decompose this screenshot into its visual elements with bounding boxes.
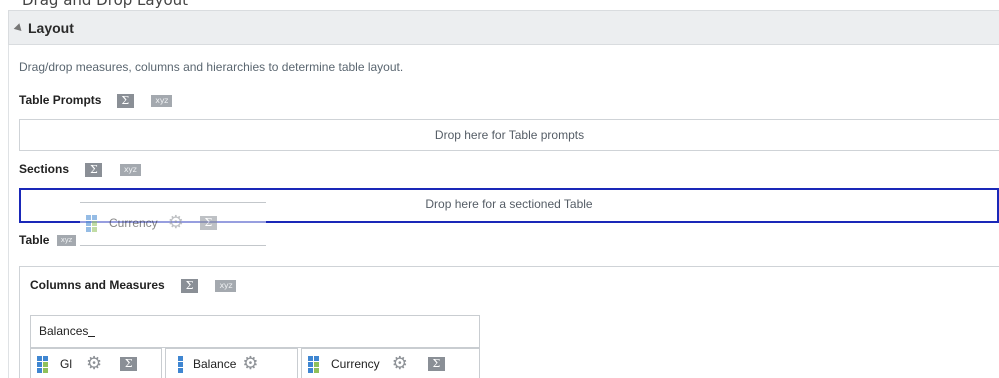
table-prompts-dropzone[interactable]: Drop here for Table prompts (19, 119, 999, 151)
gear-icon: ⚙ (167, 212, 184, 233)
sections-row: Sections Σ xyz (19, 162, 141, 177)
hierarchy-icon (37, 355, 54, 373)
column-item-balance[interactable]: Balance ⚙ (165, 348, 298, 378)
layout-section-header[interactable]: Layout (8, 10, 999, 45)
xyz-icon[interactable]: xyz (119, 163, 141, 176)
column-label: Currency (331, 357, 380, 371)
collapse-triangle-icon[interactable] (13, 22, 25, 34)
sigma-icon[interactable]: Σ (85, 162, 103, 177)
column-label: Gl (60, 357, 72, 371)
sigma-icon[interactable]: Σ (427, 357, 445, 371)
gear-icon[interactable]: ⚙ (392, 355, 408, 373)
sections-drop-text: Drop here for a sectioned Table (425, 197, 593, 211)
column-item-currency[interactable]: Currency ⚙ Σ (301, 348, 480, 378)
sigma-icon[interactable]: Σ (181, 278, 199, 293)
sigma-icon: Σ (199, 216, 217, 230)
xyz-icon[interactable]: xyz (215, 279, 237, 292)
top-fragment-text: Drag and Drop Layout (22, 0, 189, 9)
gear-icon[interactable]: ⚙ (242, 355, 258, 373)
table-prompts-label: Table Prompts (19, 93, 102, 107)
hierarchy-icon (86, 214, 103, 232)
sections-label: Sections (19, 162, 70, 176)
gear-icon[interactable]: ⚙ (86, 355, 102, 373)
balances-group[interactable]: Balances (30, 315, 480, 348)
sigma-icon[interactable]: Σ (120, 357, 138, 371)
table-prompts-row: Table Prompts Σ xyz (19, 93, 173, 108)
dragged-currency-item[interactable]: Currency ⚙ Σ (80, 202, 266, 246)
columns-measures-row: Columns and Measures Σ xyz (30, 278, 237, 293)
layout-title: Layout (28, 19, 74, 36)
column-item-gl[interactable]: Gl ⚙ Σ (30, 348, 162, 378)
table-prompts-drop-text: Drop here for Table prompts (434, 128, 585, 142)
table-label: Table (19, 233, 50, 247)
layout-instructions: Drag/drop measures, columns and hierarch… (19, 60, 404, 74)
measure-icon (178, 355, 183, 373)
hierarchy-icon (308, 355, 325, 373)
sigma-icon[interactable]: Σ (116, 93, 134, 108)
balances-label: Balances (39, 324, 89, 338)
column-label: Balance (193, 357, 237, 371)
xyz-icon[interactable]: xyz (56, 235, 76, 247)
columns-measures-label: Columns and Measures (30, 278, 165, 292)
xyz-icon[interactable]: xyz (151, 94, 173, 107)
text-cursor (88, 326, 96, 338)
dragged-item-label: Currency (109, 216, 158, 230)
table-row: Table xyz (19, 233, 76, 247)
